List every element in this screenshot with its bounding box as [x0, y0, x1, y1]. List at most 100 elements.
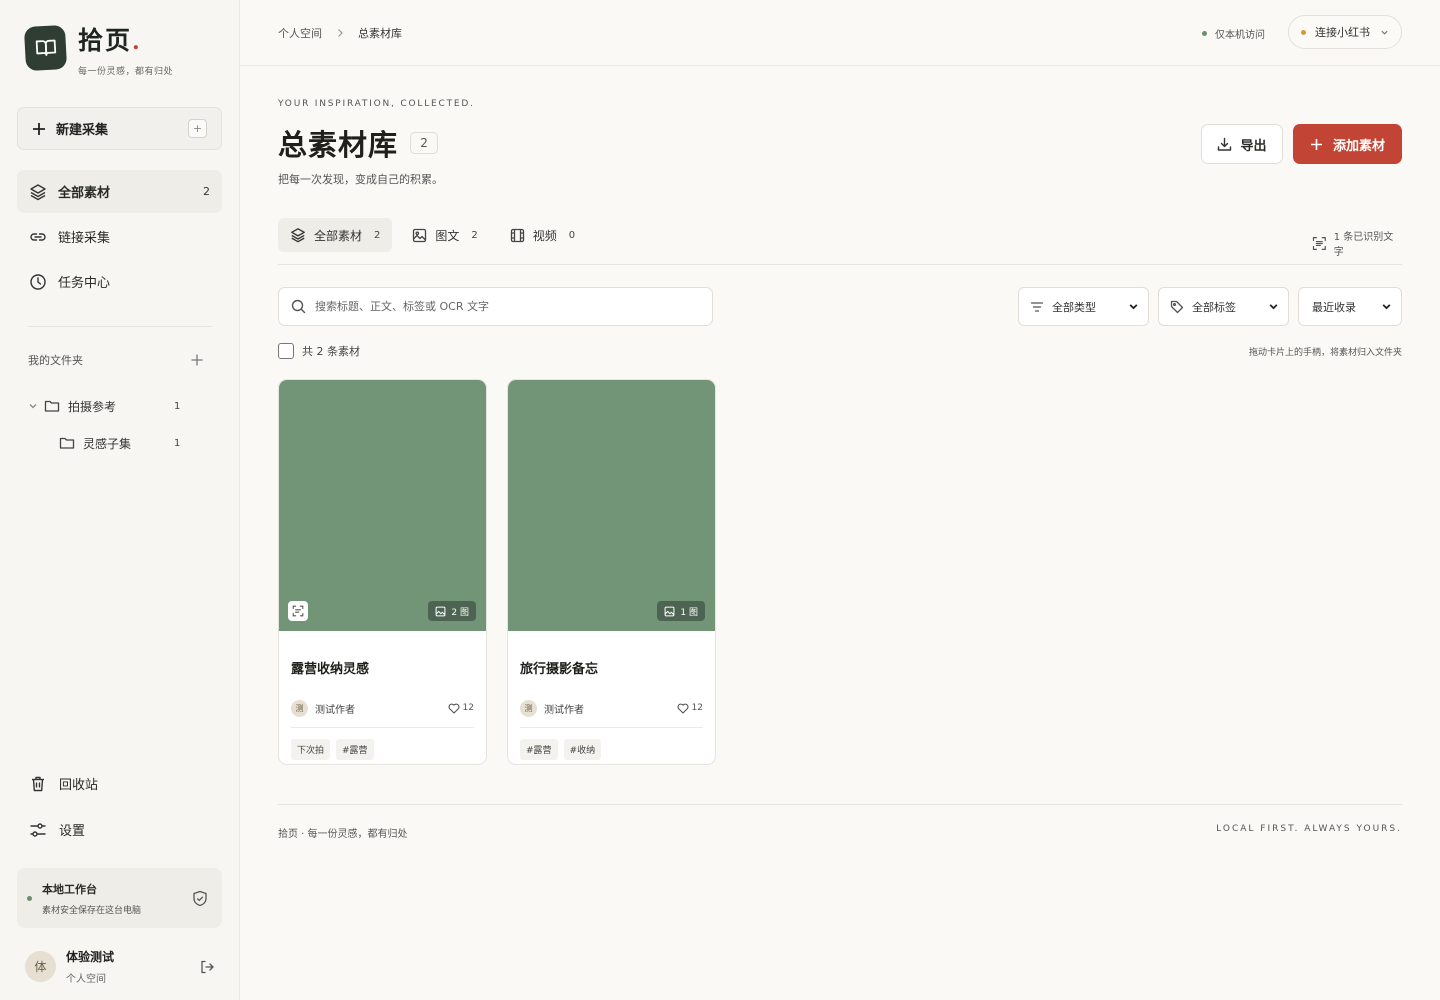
tag-chip[interactable]: #露营 — [336, 739, 374, 760]
tab-video[interactable]: 视频 0 — [498, 218, 587, 252]
status-dot — [1202, 31, 1207, 36]
image-icon — [664, 606, 675, 616]
folder-label: 灵感子集 — [83, 436, 132, 451]
tab-label: 图文 — [435, 228, 460, 243]
breadcrumb: 个人空间 总素材库 — [278, 25, 402, 41]
sidebar-item-all-materials[interactable]: 全部素材 2 — [17, 170, 222, 213]
add-folder-icon[interactable] — [190, 353, 204, 367]
user-profile[interactable]: 体 体验测试 个人空间 — [25, 948, 215, 985]
sidebar-item-task-center[interactable]: 任务中心 — [17, 260, 222, 303]
download-icon — [1218, 137, 1232, 151]
card-divider — [291, 727, 474, 728]
plus-icon — [33, 122, 45, 135]
local-subtitle: 素材安全保存在这台电脑 — [42, 905, 142, 916]
brand-dot: . — [132, 29, 142, 55]
export-label: 导出 — [1240, 138, 1267, 154]
shield-check-icon — [193, 890, 207, 906]
layers-icon — [291, 228, 305, 243]
chevron-right-icon — [336, 28, 344, 38]
film-icon — [510, 228, 524, 242]
export-button[interactable]: 导出 — [1201, 124, 1283, 164]
tab-label: 视频 — [532, 228, 557, 243]
link-icon — [30, 232, 46, 241]
ocr-status-label: 1 条已识别文字 — [1333, 232, 1394, 258]
brand-tagline: 每一份灵感，都有归处 — [78, 67, 174, 77]
folders-title: 我的文件夹 — [28, 354, 83, 367]
heart-icon — [448, 703, 460, 714]
logout-icon[interactable] — [199, 959, 215, 975]
image-count: 2 图 — [451, 607, 469, 618]
card-tags: 下次拍 #露营 — [291, 739, 474, 760]
connect-xiaohongshu-button[interactable]: 连接小红书 — [1288, 15, 1402, 49]
tag-chip[interactable]: 下次拍 — [291, 739, 331, 760]
layers-icon — [30, 183, 46, 200]
page-count-badge: 2 — [410, 132, 439, 154]
sidebar-item-link-capture[interactable]: 链接采集 — [17, 215, 222, 258]
breadcrumb-current: 总素材库 — [358, 27, 402, 40]
search-box — [278, 287, 713, 326]
sidebar-item-label: 任务中心 — [58, 276, 111, 291]
local-workspace-card: 本地工作台 素材安全保存在这台电脑 — [17, 868, 222, 928]
type-tabs: 全部素材 2 图文 2 视频 0 — [278, 218, 595, 252]
brand[interactable]: 拾页. 每一份灵感，都有归处 — [23, 24, 174, 77]
chevron-down-icon[interactable] — [28, 401, 38, 411]
card-title: 旅行摄影备忘 — [520, 662, 599, 677]
new-capture-button[interactable]: 新建采集 + — [17, 107, 222, 150]
sidebar-item-count: 2 — [203, 185, 210, 198]
tag-chip[interactable]: #收纳 — [563, 739, 602, 760]
total-count-label: 共 2 条素材 — [302, 345, 360, 358]
material-card[interactable]: 2 图 露营收纳灵感 测 测试作者 12 下次拍 #露营 — [278, 379, 487, 765]
filter-icon — [1030, 301, 1044, 312]
material-grid: 2 图 露营收纳灵感 测 测试作者 12 下次拍 #露营 1 图 旅行摄影备忘 … — [278, 379, 736, 765]
tag-filter-value: 全部标签 — [1192, 300, 1236, 314]
status-dot — [27, 895, 32, 901]
card-divider — [520, 727, 703, 728]
breadcrumb-personal-space[interactable]: 个人空间 — [278, 25, 322, 41]
tab-all[interactable]: 全部素材 2 — [278, 218, 393, 252]
sort-select[interactable]: 最近收录 — [1298, 287, 1402, 326]
page-title-row: 总素材库 2 — [278, 122, 439, 164]
page-title: 总素材库 — [278, 128, 399, 162]
tab-image-text[interactable]: 图文 2 — [400, 218, 489, 252]
footer-text: 拾页 · 每一份灵感，都有归处 — [278, 829, 408, 840]
chevron-down-icon — [1382, 304, 1391, 310]
local-access-status: 仅本机访问 — [1202, 26, 1265, 41]
user-name: 体验测试 — [66, 950, 115, 964]
app-root: 拾页. 每一份灵感，都有归处 新建采集 + 全部素材 2 链接采集 任务中心 我… — [0, 0, 1440, 1000]
plus-icon — [1310, 138, 1322, 150]
tag-chip[interactable]: #露营 — [520, 739, 558, 760]
main-content: 个人空间 总素材库 仅本机访问 连接小红书 YOUR INSPIRATION, … — [240, 0, 1440, 1000]
settings-label: 设置 — [59, 824, 86, 839]
folder-item-shooting-reference[interactable]: 拍摄参考 1 — [28, 396, 212, 416]
sidebar-item-settings[interactable]: 设置 — [29, 820, 85, 839]
likes: 12 — [677, 703, 703, 714]
sidebar-item-trash[interactable]: 回收站 — [29, 774, 98, 793]
sort-value: 最近收录 — [1312, 300, 1356, 314]
type-filter-select[interactable]: 全部类型 — [1018, 287, 1149, 326]
sidebar-item-label: 全部素材 — [58, 186, 111, 201]
page-eyebrow: YOUR INSPIRATION, COLLECTED. — [278, 99, 475, 109]
chevron-down-icon — [1129, 304, 1138, 310]
material-card[interactable]: 1 图 旅行摄影备忘 测 测试作者 12 #露营 #收纳 — [507, 379, 716, 765]
author-avatar: 测 — [520, 699, 537, 717]
trash-icon — [32, 776, 44, 791]
tag-filter-select[interactable]: 全部标签 — [1158, 287, 1289, 326]
sidebar-item-label: 链接采集 — [58, 231, 111, 246]
sliders-icon — [30, 822, 46, 837]
status-dot — [1301, 29, 1306, 35]
trash-label: 回收站 — [59, 778, 99, 793]
add-material-button[interactable]: 添加素材 — [1293, 124, 1402, 164]
image-icon — [435, 606, 446, 616]
card-title: 露营收纳灵感 — [291, 662, 370, 677]
search-input[interactable] — [315, 300, 700, 313]
like-count: 12 — [462, 703, 474, 713]
page-description: 把每一次发现，变成自己的积累。 — [278, 173, 443, 186]
folder-item-inspiration-subset[interactable]: 灵感子集 1 — [59, 433, 212, 453]
image-count-badge: 2 图 — [428, 601, 476, 621]
footer-divider — [278, 804, 1402, 805]
select-all-row: 共 2 条素材 — [278, 343, 360, 359]
folder-label: 拍摄参考 — [68, 399, 117, 414]
local-title: 本地工作台 — [42, 882, 97, 896]
clock-icon — [30, 273, 46, 290]
select-all-checkbox[interactable] — [278, 343, 294, 359]
